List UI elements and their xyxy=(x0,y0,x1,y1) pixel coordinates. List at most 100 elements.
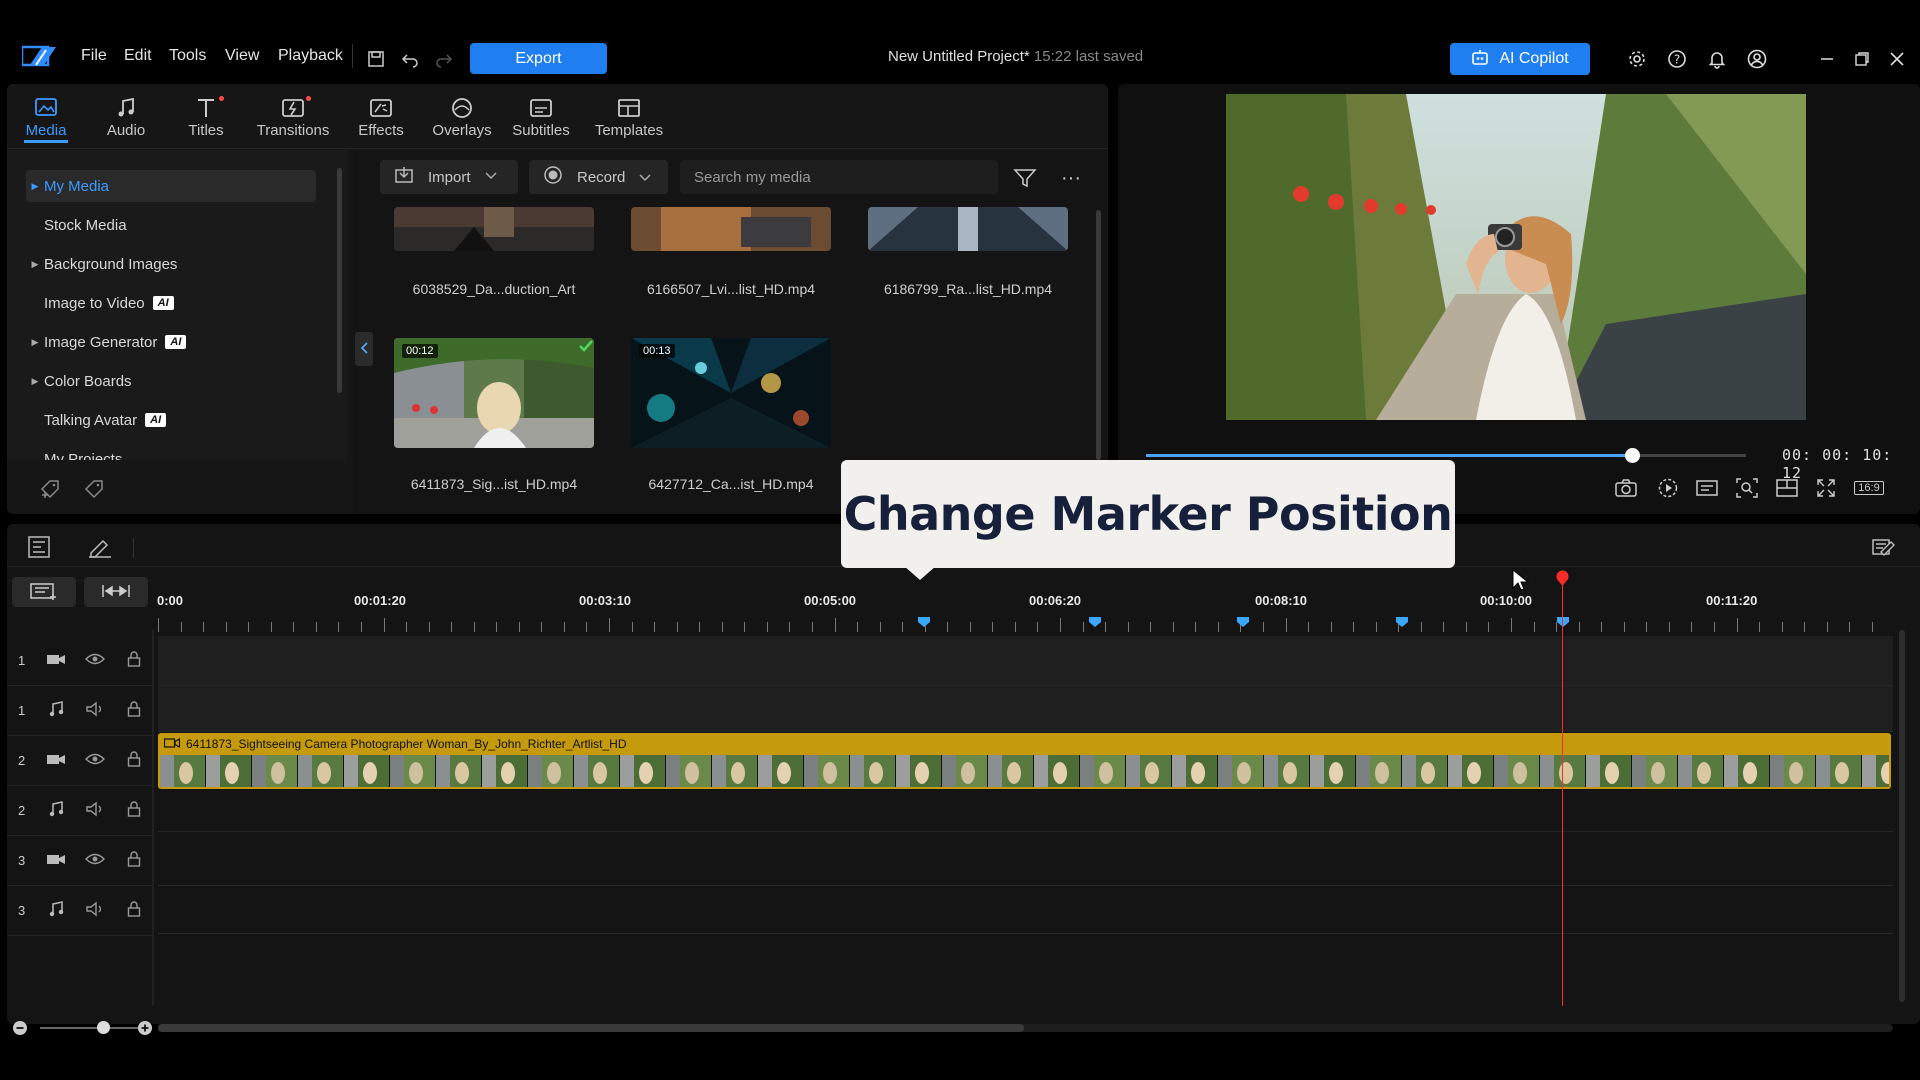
timeline-settings-icon[interactable] xyxy=(1868,533,1898,561)
expand-icon: ▶ xyxy=(31,180,39,191)
timeline-marker[interactable] xyxy=(1089,614,1101,627)
help-icon[interactable]: ? xyxy=(1664,46,1690,72)
tree-item-stock-media[interactable]: Stock Media xyxy=(26,209,316,241)
import-button[interactable]: Import xyxy=(380,160,518,194)
lock-icon[interactable] xyxy=(114,700,153,721)
menu-playback[interactable]: Playback xyxy=(278,47,343,65)
tab-effects[interactable]: Effects xyxy=(346,96,416,146)
tree-item-talking-avatar[interactable]: Talking Avatar AI xyxy=(26,404,316,436)
minimize-icon[interactable] xyxy=(1814,46,1840,72)
zoom-slider-knob[interactable] xyxy=(97,1021,110,1034)
media-thumbnail[interactable] xyxy=(631,207,831,251)
duration-badge: 00:13 xyxy=(639,344,675,358)
tree-item-my-media[interactable]: ▶ My Media xyxy=(26,170,316,202)
close-icon[interactable] xyxy=(1884,46,1910,72)
more-options-icon[interactable]: ··· xyxy=(1058,165,1084,191)
tree-item-background-images[interactable]: ▶ Background Images xyxy=(26,248,316,280)
preview-progress-knob[interactable] xyxy=(1625,448,1640,463)
speaker-icon[interactable] xyxy=(75,801,114,821)
add-track-button[interactable] xyxy=(12,577,76,607)
timeline-marker[interactable] xyxy=(918,614,930,627)
zoom-slider-track[interactable] xyxy=(40,1027,140,1029)
ai-copilot-button[interactable]: AI Copilot xyxy=(1450,43,1590,75)
menu-file[interactable]: File xyxy=(81,47,107,65)
media-scrollbar[interactable] xyxy=(1096,210,1101,460)
lock-icon[interactable] xyxy=(114,900,153,921)
export-button[interactable]: Export xyxy=(470,43,607,74)
playhead-handle[interactable] xyxy=(1555,570,1570,586)
tab-media[interactable]: Media xyxy=(11,96,81,146)
timeline-vertical-scrollbar[interactable] xyxy=(1899,630,1905,1002)
speaker-icon[interactable] xyxy=(75,901,114,921)
redo-icon[interactable] xyxy=(431,46,457,72)
eye-icon[interactable] xyxy=(75,652,114,670)
lock-icon[interactable] xyxy=(114,750,153,771)
lock-icon[interactable] xyxy=(114,850,153,871)
filter-icon[interactable] xyxy=(1012,165,1038,191)
zoom-preview-icon[interactable] xyxy=(1734,476,1760,500)
media-thumbnail[interactable] xyxy=(868,207,1068,251)
timeline-marker[interactable] xyxy=(1557,614,1569,627)
timeline-scroll-thumb[interactable] xyxy=(158,1024,1024,1032)
timeline-marker[interactable] xyxy=(1237,614,1249,627)
camera-icon[interactable] xyxy=(1613,476,1639,500)
media-thumbnail[interactable]: 00:12 xyxy=(394,338,594,448)
menu-edit[interactable]: Edit xyxy=(124,47,152,65)
media-thumbnail[interactable] xyxy=(394,207,594,251)
record-button[interactable]: Record xyxy=(529,160,668,194)
menu-tools[interactable]: Tools xyxy=(169,47,206,65)
gear-icon[interactable] xyxy=(1624,46,1650,72)
tree-item-my-projects[interactable]: My Projects xyxy=(26,443,316,461)
track-row-audio-2[interactable] xyxy=(158,786,1893,832)
search-input[interactable]: Search my media xyxy=(680,160,998,194)
fullscreen-icon[interactable] xyxy=(1813,476,1839,500)
remove-tag-icon[interactable] xyxy=(82,477,108,501)
subtitle-preview-icon[interactable] xyxy=(1694,476,1720,500)
zoom-out-icon[interactable] xyxy=(12,1020,28,1036)
clip-thumbnail-strip[interactable] xyxy=(158,755,1891,789)
account-icon[interactable] xyxy=(1744,46,1770,72)
svg-text:?: ? xyxy=(1674,53,1680,67)
speaker-icon[interactable] xyxy=(75,701,114,721)
tab-templates[interactable]: Templates xyxy=(589,96,669,146)
layout-icon[interactable] xyxy=(1774,476,1800,500)
pen-icon[interactable] xyxy=(85,533,115,561)
collapse-panel-button[interactable] xyxy=(355,332,373,366)
timeline-marker[interactable] xyxy=(1396,614,1408,627)
tab-audio[interactable]: Audio xyxy=(91,96,161,146)
fit-timeline-button[interactable] xyxy=(84,577,148,607)
add-tag-icon[interactable] xyxy=(38,477,64,501)
tree-item-label: Stock Media xyxy=(44,216,127,234)
tab-subtitles[interactable]: Subtitles xyxy=(506,96,576,146)
eye-icon[interactable] xyxy=(75,752,114,770)
eye-icon[interactable] xyxy=(75,852,114,870)
track-row-audio-1[interactable] xyxy=(158,686,1893,732)
tree-item-color-boards[interactable]: ▶ Color Boards xyxy=(26,365,316,397)
tree-scrollbar[interactable] xyxy=(337,168,342,393)
tree-item-image-to-video[interactable]: Image to Video AI xyxy=(26,287,316,319)
menu-view[interactable]: View xyxy=(225,47,259,65)
aspect-ratio-button[interactable]: 16:9 xyxy=(1852,476,1886,500)
media-thumbnail[interactable]: 00:13 xyxy=(631,338,831,448)
timeline-view-icon[interactable] xyxy=(24,533,54,561)
undo-icon[interactable] xyxy=(397,46,423,72)
lock-icon[interactable] xyxy=(114,800,153,821)
tab-transitions[interactable]: Transitions xyxy=(257,96,329,146)
bell-icon[interactable] xyxy=(1704,46,1730,72)
video-clip[interactable]: 6411873_Sightseeing Camera Photographer … xyxy=(158,733,1891,755)
zoom-in-icon[interactable] xyxy=(137,1020,153,1036)
restore-icon[interactable] xyxy=(1849,46,1875,72)
track-row-video-1[interactable] xyxy=(158,636,1893,686)
expand-icon: ▶ xyxy=(31,375,39,386)
tab-titles[interactable]: Titles xyxy=(171,96,241,146)
tab-overlays[interactable]: Overlays xyxy=(427,96,497,146)
track-header-audio-2: 2 xyxy=(7,786,153,836)
track-row-audio-3[interactable] xyxy=(158,886,1893,934)
timeline-ruler-ticks[interactable] xyxy=(158,618,1893,632)
tree-item-image-generator[interactable]: ▶ Image Generator AI xyxy=(26,326,316,358)
track-number: 1 xyxy=(17,653,26,668)
playback-quality-icon[interactable] xyxy=(1655,476,1681,500)
track-row-video-3[interactable] xyxy=(158,836,1893,886)
lock-icon[interactable] xyxy=(114,650,153,671)
save-icon[interactable] xyxy=(363,46,389,72)
